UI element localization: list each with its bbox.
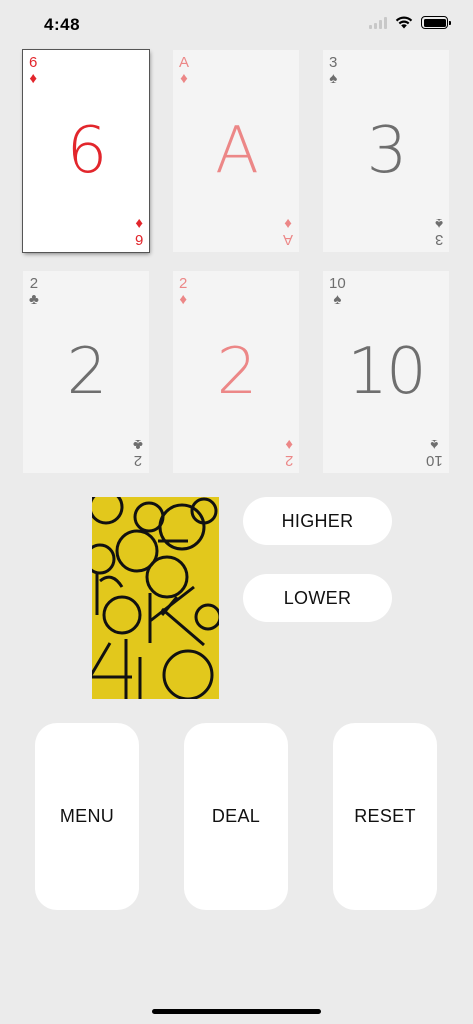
card-corner-rank: 6 — [134, 231, 143, 248]
card-deck[interactable] — [92, 497, 219, 699]
card-corner-rank: 6 — [29, 54, 38, 71]
card-corner-bottom: 2 ♣ — [133, 436, 143, 469]
card-corner-suit-icon: ♣ — [29, 291, 39, 308]
card-corner-rank: 2 — [179, 275, 188, 292]
card-corner-top: 10 ♠ — [329, 276, 346, 307]
battery-icon — [421, 16, 451, 29]
card-corner-suit-icon: ♠ — [333, 291, 342, 308]
card-rank: 6 — [66, 114, 108, 188]
lower-button[interactable]: LOWER — [243, 574, 392, 622]
cellular-signal-icon — [369, 16, 387, 29]
card-rank: 10 — [347, 335, 426, 409]
card-corner-suit-icon: ♦ — [285, 436, 293, 453]
card-corner-top: 3 ♠ — [329, 55, 337, 86]
card-corner-top: 6 ♦ — [29, 55, 37, 86]
card-corner-suit-icon: ♦ — [180, 70, 188, 87]
card-corner-bottom: A ♦ — [282, 215, 293, 248]
status-time: 4:48 — [44, 15, 81, 34]
card-2[interactable]: A ♦ A A ♦ — [173, 50, 299, 252]
menu-button[interactable]: MENU — [35, 723, 139, 910]
wifi-icon — [395, 16, 413, 29]
card-corner-rank: 10 — [426, 452, 443, 469]
card-corner-bottom: 2 ♦ — [284, 436, 293, 469]
card-3[interactable]: 3 ♠ 3 3 ♠ — [323, 50, 449, 252]
deck-back-pattern — [92, 497, 219, 699]
card-rank: 2 — [216, 335, 258, 409]
card-corner-rank: 2 — [133, 452, 143, 469]
card-corner-bottom: 6 ♦ — [134, 215, 143, 248]
card-rank: A — [215, 114, 259, 188]
card-rank: 2 — [66, 335, 108, 409]
card-6[interactable]: 10 ♠ 10 10 ♠ — [323, 271, 449, 473]
card-1[interactable]: 6 ♦ 6 6 ♦ — [23, 50, 149, 252]
card-corner-suit-icon: ♣ — [133, 436, 143, 453]
card-corner-suit-icon: ♦ — [284, 215, 292, 232]
card-corner-top: 2 ♣ — [29, 276, 39, 307]
card-corner-top: A ♦ — [179, 55, 189, 86]
card-rank: 3 — [366, 114, 408, 188]
card-corner-suit-icon: ♠ — [434, 215, 443, 232]
higher-button[interactable]: HIGHER — [243, 497, 392, 545]
status-icons — [369, 16, 451, 29]
card-corner-top: 2 ♦ — [179, 276, 187, 307]
card-corner-suit-icon: ♦ — [179, 291, 187, 308]
card-corner-bottom: 3 ♠ — [434, 215, 443, 248]
home-indicator[interactable] — [152, 1009, 321, 1014]
card-corner-rank: A — [179, 54, 190, 71]
card-corner-rank: 3 — [434, 231, 443, 248]
card-corner-bottom: 10 ♠ — [426, 436, 443, 469]
card-corner-suit-icon: ♦ — [135, 215, 143, 232]
card-corner-rank: 10 — [329, 275, 346, 292]
card-4[interactable]: 2 ♣ 2 2 ♣ — [23, 271, 149, 473]
card-corner-rank: A — [282, 231, 293, 248]
card-corner-suit-icon: ♦ — [29, 70, 37, 87]
card-corner-suit-icon: ♠ — [430, 436, 439, 453]
card-corner-suit-icon: ♠ — [329, 70, 338, 87]
card-corner-rank: 2 — [29, 275, 39, 292]
card-5[interactable]: 2 ♦ 2 2 ♦ — [173, 271, 299, 473]
reset-button[interactable]: RESET — [333, 723, 437, 910]
status-bar: 4:48 — [0, 0, 473, 48]
card-corner-rank: 3 — [329, 54, 338, 71]
card-corner-rank: 2 — [284, 452, 293, 469]
deal-button[interactable]: DEAL — [184, 723, 288, 910]
